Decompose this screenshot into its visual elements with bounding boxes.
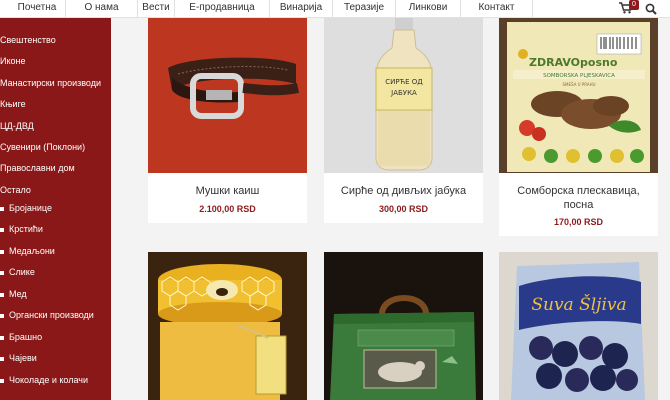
bullet-icon [0, 270, 4, 275]
bullet-icon [0, 335, 4, 340]
product-price: 170,00 RSD [553, 217, 604, 227]
cart-count-badge: 0 [629, 0, 639, 10]
product-name-line1[interactable]: Сомборска плескавица, [499, 185, 658, 197]
product-name[interactable]: Мушки каиш [148, 185, 307, 197]
top-navigation: Почетна О нама Вести Е-продавница Винари… [0, 0, 670, 18]
bullet-icon [0, 249, 4, 254]
product-image[interactable]: Suva Šljiva [499, 252, 658, 400]
subcategory-link[interactable]: Органски производи [0, 310, 94, 320]
product-card[interactable] [148, 252, 307, 400]
category-sidebar: Свештенство Иконе Манастирски производи … [0, 18, 111, 400]
bullet-icon [0, 313, 4, 318]
package-title: Suva Šljiva [531, 294, 626, 315]
subcategory-link[interactable]: Слике [0, 267, 35, 277]
product-card[interactable]: Suva Šljiva [499, 252, 658, 400]
product-card[interactable]: Мушки каиш 2.100,00 RSD [148, 18, 307, 223]
package-sublabel: SMEŠA U PRAHU [562, 82, 595, 87]
product-image[interactable] [324, 252, 483, 400]
nav-item-news[interactable]: Вести [138, 0, 175, 18]
sidebar-gutter [111, 18, 128, 400]
nav-item-home[interactable]: Почетна [9, 0, 66, 18]
product-price: 300,00 RSD [378, 204, 429, 214]
nav-item-links[interactable]: Линкови [396, 0, 461, 18]
nav-item-shop[interactable]: Е-продавница [175, 0, 270, 18]
bottle-label-line1: СИРЋЕ ОД [385, 78, 423, 86]
bullet-icon [0, 292, 4, 297]
bullet-icon [0, 378, 4, 383]
package-brand: ZDRAVOposno [529, 56, 618, 69]
bullet-icon [0, 206, 4, 211]
subcategory-link[interactable]: Брашно [0, 332, 42, 342]
bullet-icon [0, 227, 4, 232]
product-card[interactable]: СИРЋЕ ОД ЈАБУКА Сирће од дивљих јабука 3… [324, 18, 483, 223]
product-image[interactable] [148, 18, 307, 173]
nav-item-terazije[interactable]: Теразије [333, 0, 396, 18]
search-icon[interactable] [645, 3, 657, 15]
subcategory-link[interactable]: Медаљони [0, 246, 55, 256]
category-link[interactable]: Православни дом [0, 163, 75, 173]
subcategory-link[interactable]: Мед [0, 289, 27, 299]
nav-item-contact[interactable]: Контакт [461, 0, 533, 18]
category-link[interactable]: Свештенство [0, 35, 56, 45]
product-name-line2[interactable]: посна [499, 199, 658, 211]
category-link[interactable]: Сувенири (Поклони) [0, 142, 85, 152]
subcategory-link[interactable]: Крстићи [0, 224, 43, 234]
category-link[interactable]: Манастирски производи [0, 78, 101, 88]
subcategory-link[interactable]: Чоколаде и колачи [0, 375, 88, 385]
category-link[interactable]: Остало [0, 185, 31, 195]
product-image[interactable]: ZDRAVOposno SOMBORSKA PLJESKAVICA SMEŠA … [499, 18, 658, 173]
subcategory-link[interactable]: Бројанице [0, 203, 52, 213]
bullet-icon [0, 356, 4, 361]
nav-item-about[interactable]: О нама [66, 0, 138, 18]
nav-item-winery[interactable]: Винарија [270, 0, 333, 18]
category-link[interactable]: Иконе [0, 56, 26, 66]
category-link[interactable]: Књиге [0, 99, 26, 109]
product-image[interactable] [148, 252, 307, 400]
subcategory-link[interactable]: Чајеви [0, 353, 37, 363]
product-image[interactable]: СИРЋЕ ОД ЈАБУКА [324, 18, 483, 173]
package-label: SOMBORSKA PLJESKAVICA [543, 73, 615, 79]
category-link[interactable]: ЦД-ДВД [0, 121, 34, 131]
bottle-label-line2: ЈАБУКА [390, 89, 417, 97]
product-card[interactable] [324, 252, 483, 400]
product-price: 2.100,00 RSD [199, 204, 256, 214]
product-card[interactable]: ZDRAVOposno SOMBORSKA PLJESKAVICA SMEŠA … [499, 18, 658, 236]
product-name[interactable]: Сирће од дивљих јабука [324, 185, 483, 197]
